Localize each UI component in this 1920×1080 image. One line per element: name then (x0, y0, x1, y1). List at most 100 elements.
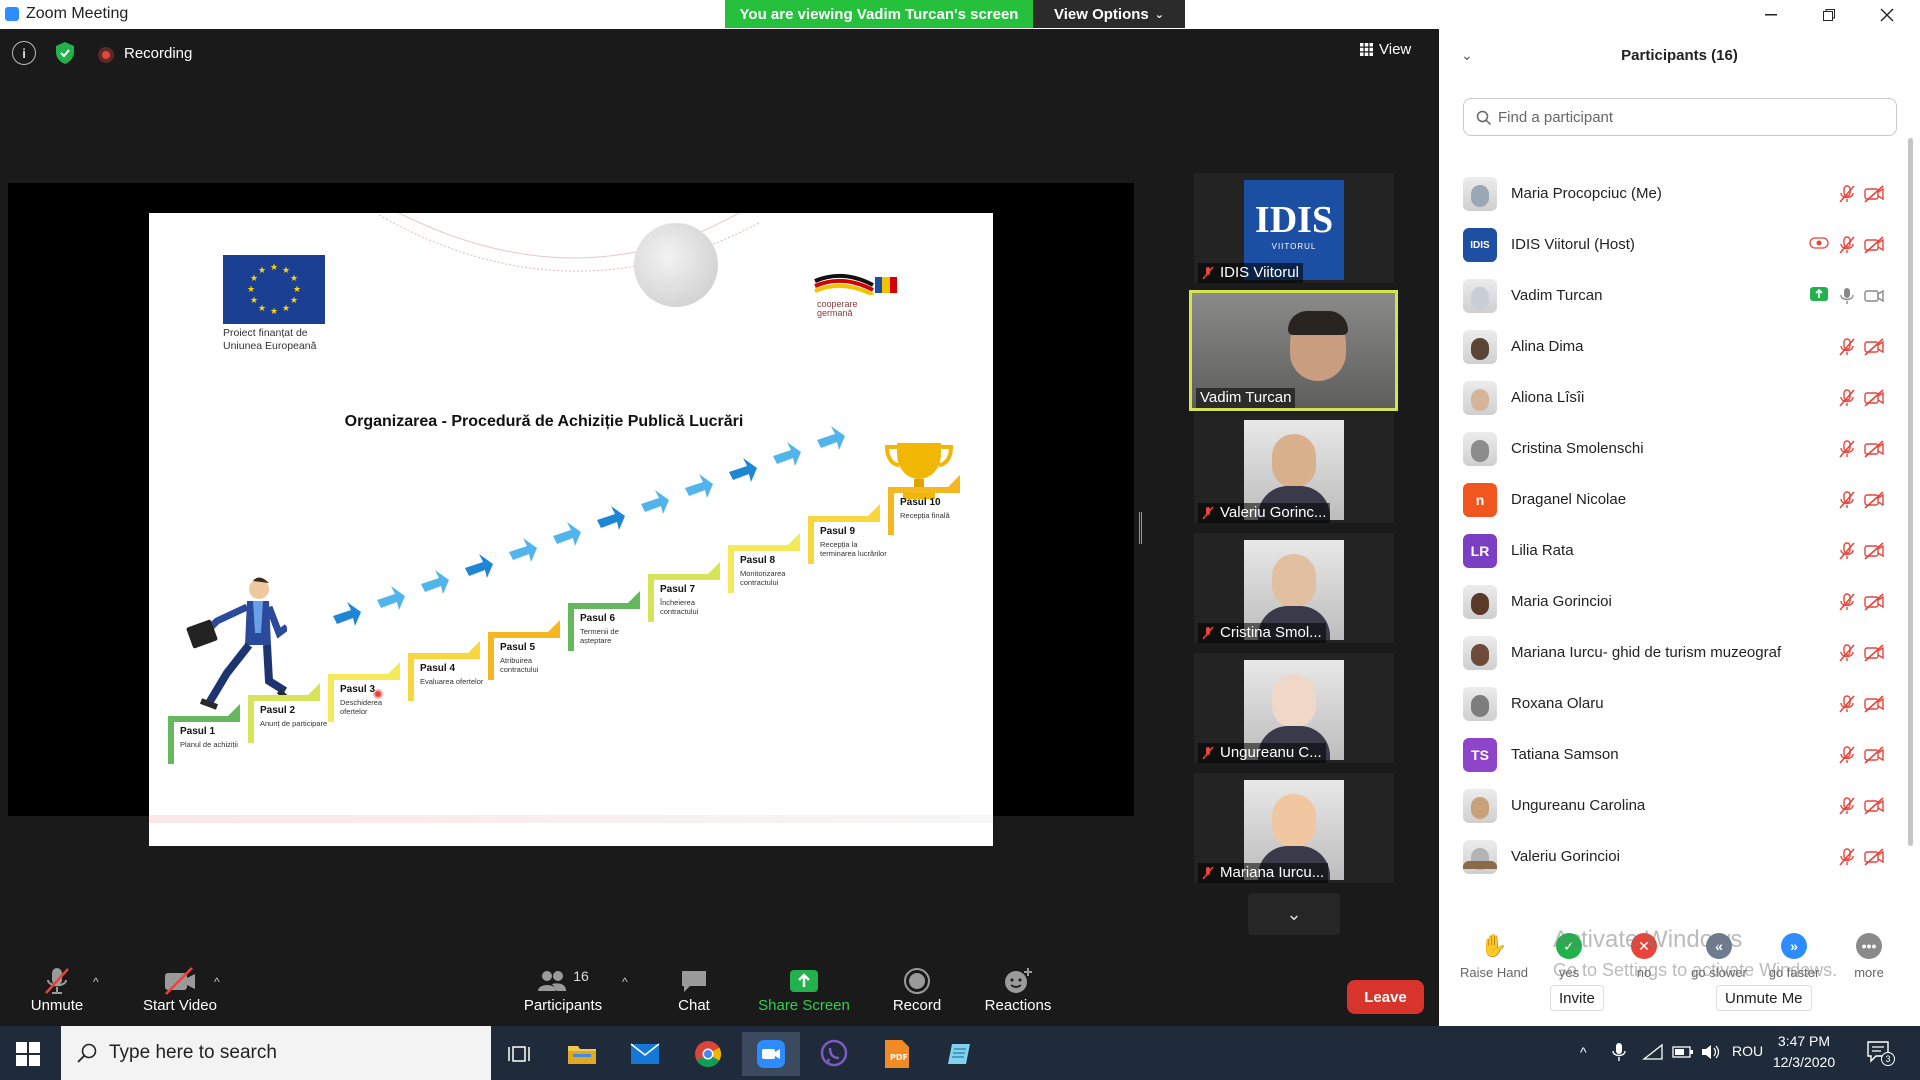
record-button[interactable]: Record (880, 965, 954, 1014)
unmute-me-button[interactable]: Unmute Me (1716, 985, 1812, 1011)
invite-button[interactable]: Invite (1550, 985, 1604, 1011)
video-camera-off-icon[interactable] (1863, 745, 1885, 767)
folder-icon (568, 1046, 596, 1064)
minimize-button[interactable] (1742, 0, 1800, 29)
video-thumbnail[interactable]: Mariana Iurcu... (1194, 773, 1394, 883)
leave-meeting-button[interactable]: Leave (1347, 980, 1424, 1014)
microphone-muted-icon[interactable] (1837, 184, 1859, 206)
video-camera-icon[interactable] (1863, 286, 1885, 308)
participant-row[interactable]: Vadim Turcan (1439, 271, 1906, 322)
microphone-muted-icon[interactable] (1837, 439, 1859, 461)
participant-row[interactable]: n Draganel Nicolae (1439, 475, 1906, 526)
start-video-button[interactable]: Start Video (130, 965, 230, 1014)
pdf-reader-app[interactable]: PDF (868, 1032, 926, 1076)
participant-avatar (1463, 177, 1497, 211)
participant-row[interactable]: Roxana Olaru (1439, 679, 1906, 730)
chrome-app[interactable] (679, 1032, 737, 1076)
viber-app[interactable] (805, 1032, 863, 1076)
reaction-more[interactable]: ••• more (1832, 933, 1906, 980)
unmute-label: Unmute (30, 997, 84, 1014)
microphone-muted-icon[interactable] (1837, 745, 1859, 767)
share-screen-button[interactable]: Share Screen (756, 965, 852, 1014)
notepad-app[interactable] (931, 1032, 989, 1076)
microphone-muted-icon[interactable] (1837, 490, 1859, 512)
video-camera-off-icon[interactable] (1863, 541, 1885, 563)
participant-list-scrollbar[interactable] (1908, 138, 1913, 846)
participants-options-caret[interactable]: ^ (622, 975, 628, 989)
microphone-muted-icon[interactable] (1837, 694, 1859, 716)
microphone-muted-icon[interactable] (1837, 388, 1859, 410)
participant-row[interactable]: Cristina Smolenschi (1439, 424, 1906, 475)
microphone-icon[interactable] (1837, 286, 1859, 308)
video-thumbnail[interactable]: IDIS VIITORUL IDIS Viitorul (1194, 173, 1394, 283)
taskbar-search-box[interactable]: Type here to search (61, 1026, 491, 1080)
video-camera-off-icon[interactable] (1863, 439, 1885, 461)
zoom-app[interactable] (742, 1032, 800, 1076)
video-thumbnail[interactable]: Ungureanu C... (1194, 653, 1394, 763)
audio-options-caret[interactable]: ^ (93, 975, 99, 989)
restore-button[interactable] (1800, 0, 1858, 29)
participant-row[interactable]: Maria Gorincioi (1439, 577, 1906, 628)
view-layout-button[interactable]: View (1360, 41, 1411, 58)
mail-app[interactable] (616, 1032, 674, 1076)
microphone-muted-icon[interactable] (1837, 796, 1859, 818)
reactions-button[interactable]: Reactions (976, 965, 1060, 1014)
unmute-button[interactable]: Unmute (20, 965, 94, 1014)
task-view-button[interactable] (490, 1032, 548, 1076)
microphone-tray-icon[interactable] (1612, 1042, 1626, 1067)
volume-tray-icon[interactable] (1700, 1043, 1722, 1066)
windows-start-button[interactable] (16, 1042, 40, 1071)
participant-row[interactable]: Alina Dima (1439, 322, 1906, 373)
smiley-plus-icon (1005, 968, 1032, 993)
participant-row-partial[interactable] (1463, 861, 1497, 869)
video-thumbnail[interactable]: Vadim Turcan (1189, 290, 1398, 411)
microphone-muted-icon[interactable] (1837, 643, 1859, 665)
view-options-button[interactable]: View Options ⌄ (1033, 0, 1185, 28)
video-camera-off-icon[interactable] (1863, 847, 1885, 869)
encryption-shield-icon[interactable] (52, 40, 78, 66)
participant-row[interactable]: TS Tatiana Samson (1439, 730, 1906, 781)
video-camera-off-icon[interactable] (1863, 337, 1885, 359)
show-hidden-icons-caret[interactable]: ^ (1580, 1044, 1587, 1060)
video-thumbnail[interactable]: Valeriu Gorinc... (1194, 413, 1394, 523)
network-tray-icon[interactable] (1642, 1043, 1664, 1066)
thumbnails-scroll-down-button[interactable]: ⌄ (1248, 893, 1340, 935)
step-riser (328, 674, 334, 722)
close-window-button[interactable] (1858, 0, 1916, 29)
microphone-muted-icon[interactable] (1837, 541, 1859, 563)
video-camera-off-icon[interactable] (1863, 796, 1885, 818)
participant-name: Lilia Rata (1511, 542, 1574, 559)
meeting-info-icon[interactable]: i (12, 41, 36, 65)
microphone-muted-icon[interactable] (1837, 235, 1859, 257)
participant-row[interactable]: IDIS IDIS Viitorul (Host) (1439, 220, 1906, 271)
participant-row[interactable]: Mariana Iurcu- ghid de turism muzeograf (1439, 628, 1906, 679)
video-camera-off-icon[interactable] (1863, 184, 1885, 206)
video-camera-off-icon[interactable] (1863, 490, 1885, 512)
find-participant-input[interactable]: Find a participant (1463, 98, 1897, 136)
microphone-muted-icon[interactable] (1837, 847, 1859, 869)
video-camera-off-icon[interactable] (1863, 388, 1885, 410)
file-explorer-app[interactable] (553, 1032, 611, 1076)
thumbnail-name: Ungureanu C... (1198, 743, 1326, 763)
participant-row[interactable]: Valeriu Gorincioi (1439, 832, 1906, 883)
video-camera-off-icon[interactable] (1863, 694, 1885, 716)
participants-button[interactable]: 16 Participants (518, 965, 608, 1014)
participant-row[interactable]: LR Lilia Rata (1439, 526, 1906, 577)
chat-button[interactable]: Chat (664, 965, 724, 1014)
action-center-button[interactable]: 3 (1866, 1040, 1895, 1069)
microphone-muted-icon[interactable] (1837, 592, 1859, 614)
battery-tray-icon[interactable] (1672, 1045, 1694, 1064)
video-camera-off-icon[interactable] (1863, 592, 1885, 614)
splitter-handle[interactable] (1139, 512, 1142, 544)
participant-name: IDIS Viitorul (Host) (1511, 236, 1635, 253)
participant-row[interactable]: Ungureanu Carolina (1439, 781, 1906, 832)
video-thumbnail[interactable]: Cristina Smol... (1194, 533, 1394, 643)
video-camera-off-icon[interactable] (1863, 235, 1885, 257)
participant-row[interactable]: Maria Procopciuc (Me) (1439, 169, 1906, 220)
reaction-raise-hand[interactable]: ✋ Raise Hand (1457, 933, 1531, 980)
participant-row[interactable]: Aliona Lîsîi (1439, 373, 1906, 424)
video-options-caret[interactable]: ^ (214, 975, 220, 989)
system-clock[interactable]: 3:47 PM 12/3/2020 (1754, 1031, 1854, 1073)
microphone-muted-icon[interactable] (1837, 337, 1859, 359)
video-camera-off-icon[interactable] (1863, 643, 1885, 665)
